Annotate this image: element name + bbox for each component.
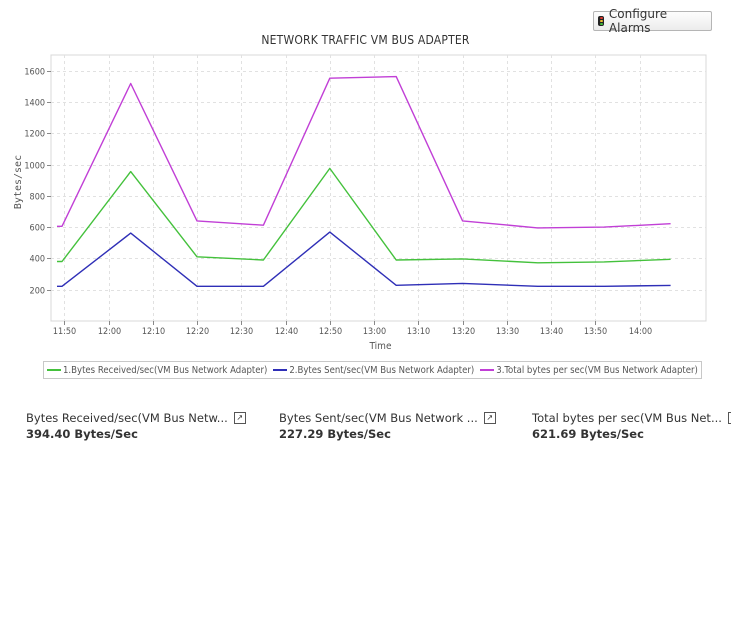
legend-item[interactable]: 3.Total bytes per sec(VM Bus Network Ada… xyxy=(480,365,698,376)
x-axis-label: Time xyxy=(369,341,392,352)
x-tick-label: 11:50 xyxy=(53,327,76,337)
y-tick-label: 1400 xyxy=(24,99,45,109)
x-tick-label: 12:50 xyxy=(319,327,342,337)
legend-swatch xyxy=(273,369,288,371)
chart-legend: 1.Bytes Received/sec(VM Bus Network Adap… xyxy=(43,361,702,379)
x-tick-label: 12:00 xyxy=(98,327,121,337)
plot-area xyxy=(50,54,707,322)
stat-total-bytes: Total bytes per sec(VM Bus Net...↗ 621.6… xyxy=(532,411,731,441)
legend-label: 3.Total bytes per sec(VM Bus Network Ada… xyxy=(496,364,698,376)
x-tick-label: 13:10 xyxy=(407,327,430,337)
external-link-icon[interactable]: ↗ xyxy=(483,412,496,424)
legend-item[interactable]: 2.Bytes Sent/sec(VM Bus Network Adapter) xyxy=(273,365,474,376)
traffic-line-chart: 200 400 600 800 1000 1200 1400 1600 11:50 12:00 12… xyxy=(13,54,707,352)
legend-item[interactable]: 1.Bytes Received/sec(VM Bus Network Adap… xyxy=(47,365,267,376)
x-tick-label: 13:20 xyxy=(452,327,475,337)
y-tick-label: 1000 xyxy=(24,162,45,172)
series-line-bytes-sent xyxy=(57,231,671,287)
y-tick-label: 400 xyxy=(30,255,45,265)
y-tick-label: 1200 xyxy=(24,130,45,140)
stat-label: Total bytes per sec(VM Bus Net... xyxy=(532,411,722,425)
y-tick-label: 800 xyxy=(30,193,45,203)
x-tick-label: 12:10 xyxy=(142,327,165,337)
x-tick-label: 12:30 xyxy=(230,327,253,337)
legend-swatch xyxy=(480,369,495,371)
stat-bytes-received: Bytes Received/sec(VM Bus Netw... ↗ 394.4… xyxy=(26,411,246,441)
x-tick-label: 13:50 xyxy=(584,327,607,337)
stat-bytes-sent: Bytes Sent/sec(VM Bus Network ... ↗ 227.2… xyxy=(279,411,496,441)
x-tick-label: 13:00 xyxy=(363,327,386,337)
stat-value: 227.29 Bytes/Sec xyxy=(279,427,391,441)
x-tick-label: 12:20 xyxy=(186,327,209,337)
x-tick-label: 13:40 xyxy=(540,327,563,337)
x-tick-label: 14:00 xyxy=(629,327,652,337)
series-line-total-bytes xyxy=(57,75,671,229)
x-tick-label: 13:30 xyxy=(496,327,519,337)
legend-swatch xyxy=(47,369,61,371)
y-tick-label: 600 xyxy=(30,224,45,234)
legend-label: 2.Bytes Sent/sec(VM Bus Network Adapter) xyxy=(289,364,475,376)
stat-value: 621.69 Bytes/Sec xyxy=(532,427,644,441)
stat-value: 394.40 Bytes/Sec xyxy=(26,427,138,441)
x-tick-label: 12:40 xyxy=(275,327,298,337)
y-tick-label: 1600 xyxy=(24,68,45,78)
external-link-icon[interactable]: ↗ xyxy=(233,412,246,424)
y-tick-label: 200 xyxy=(30,287,45,297)
stat-label: Bytes Received/sec(VM Bus Netw... xyxy=(26,411,228,425)
y-axis-label: Bytes/sec xyxy=(13,155,24,209)
legend-label: 1.Bytes Received/sec(VM Bus Network Adap… xyxy=(63,364,268,376)
stat-label: Bytes Sent/sec(VM Bus Network ... xyxy=(279,411,478,425)
